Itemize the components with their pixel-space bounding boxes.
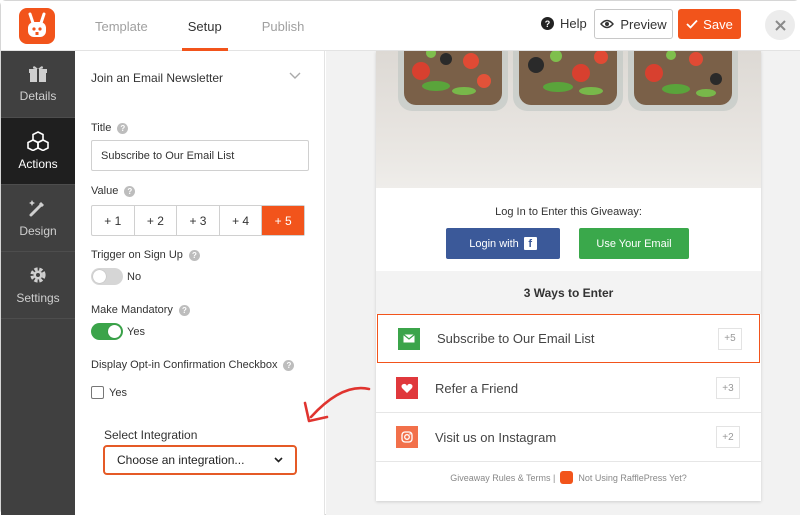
optin-checkbox[interactable] (91, 386, 104, 399)
help-tooltip-icon[interactable]: ? (283, 359, 295, 371)
ways-to-enter-heading: 3 Ways to Enter (376, 271, 761, 314)
help-label: Help (560, 16, 587, 31)
entry-label: Subscribe to Our Email List (437, 331, 595, 346)
entry-points: +3 (716, 377, 740, 399)
giveaway-card: Log In to Enter this Giveaway: Login wit… (376, 51, 761, 501)
heart-icon (396, 377, 418, 399)
preview-label: Preview (620, 16, 667, 32)
action-settings-panel: Join an Email Newsletter Title ? Subscri… (75, 51, 325, 515)
facebook-icon: f (523, 237, 537, 250)
trigger-toggle[interactable] (91, 268, 123, 285)
gift-icon (29, 66, 47, 82)
optin-option-label: Yes (109, 387, 127, 399)
tab-setup[interactable]: Setup (168, 1, 242, 51)
preview-button[interactable]: Preview (594, 9, 673, 39)
check-icon (686, 19, 698, 29)
entry-subscribe[interactable]: Subscribe to Our Email List +5 (377, 314, 760, 363)
value-option-4[interactable]: + 4 (220, 206, 263, 235)
tab-template[interactable]: Template (75, 1, 168, 51)
help-tooltip-icon[interactable]: ? (124, 185, 136, 197)
value-selector: + 1 + 2 + 3 + 4 + 5 (91, 205, 305, 236)
chevron-down-icon[interactable] (289, 69, 301, 83)
title-input[interactable]: Subscribe to Our Email List (91, 140, 309, 171)
brush-icon (29, 200, 44, 217)
nav-item-settings[interactable]: Settings (1, 252, 75, 319)
annotation-arrow-icon (303, 386, 371, 423)
trigger-label: Trigger on Sign Up (91, 249, 183, 261)
help-tooltip-icon[interactable]: ? (188, 249, 200, 261)
save-label: Save (703, 16, 733, 32)
toggle-knob (93, 270, 106, 283)
value-option-2[interactable]: + 2 (135, 206, 178, 235)
rules-link[interactable]: Giveaway Rules & Terms | (450, 473, 555, 483)
mandatory-toggle[interactable] (91, 323, 123, 340)
instagram-icon (396, 426, 418, 448)
save-button[interactable]: Save (678, 9, 741, 39)
panel-heading: Join an Email Newsletter (91, 71, 224, 85)
integration-value: Choose an integration... (117, 453, 245, 467)
help-tooltip-icon[interactable]: ? (117, 122, 129, 134)
nav-label-actions: Actions (18, 157, 58, 171)
rafflepress-logo[interactable] (19, 8, 55, 44)
rafflepress-mini-logo-icon (560, 471, 574, 484)
chevron-down-icon (274, 457, 283, 463)
integration-label: Select Integration (104, 428, 198, 442)
help-icon: ? (541, 17, 554, 30)
rabbit-icon (28, 12, 46, 37)
value-option-1[interactable]: + 1 (92, 206, 135, 235)
meal-prep-photo (398, 51, 738, 111)
entry-label: Refer a Friend (435, 380, 519, 396)
giveaway-preview: Log In to Enter this Giveaway: Login wit… (326, 51, 800, 515)
gear-icon (30, 267, 46, 283)
nav-item-actions[interactable]: Actions (1, 118, 75, 185)
mandatory-label-row: Make Mandatory ? (91, 304, 190, 316)
promo-link[interactable]: Not Using RafflePress Yet? (578, 473, 686, 483)
help-link[interactable]: ? Help (541, 16, 587, 31)
entry-instagram[interactable]: Visit us on Instagram +2 (376, 413, 761, 462)
eye-icon (600, 19, 615, 29)
nav-label-settings: Settings (16, 291, 60, 305)
nav-item-design[interactable]: Design (1, 185, 75, 252)
nav-label-design: Design (19, 224, 57, 238)
login-with-facebook-button[interactable]: Login with f (446, 228, 560, 259)
optin-label: Display Opt-in Confirmation Checkbox (91, 359, 278, 371)
entry-label: Visit us on Instagram (435, 429, 557, 445)
facebook-button-label: Login with (469, 237, 519, 250)
close-button[interactable] (765, 10, 795, 40)
value-option-3[interactable]: + 3 (177, 206, 220, 235)
mandatory-label: Make Mandatory (91, 304, 173, 316)
toggle-knob (108, 325, 121, 338)
card-footer: Giveaway Rules & Terms | Not Using Raffl… (376, 471, 761, 484)
tab-publish[interactable]: Publish (242, 1, 325, 51)
entry-refer-friend[interactable]: Refer a Friend +3 (376, 364, 761, 413)
title-label: Title (91, 122, 112, 134)
giveaway-image (376, 51, 761, 188)
trigger-label-row: Trigger on Sign Up ? (91, 249, 200, 261)
nav-label-details: Details (19, 89, 57, 103)
nav-item-details[interactable]: Details (1, 51, 75, 118)
trigger-state: No (127, 271, 142, 283)
top-bar: Template Setup Publish ? Help Preview Sa… (1, 1, 800, 51)
close-icon (774, 19, 786, 31)
help-tooltip-icon[interactable]: ? (178, 304, 190, 316)
envelope-icon (398, 327, 420, 350)
mandatory-state: Yes (127, 326, 145, 338)
optin-label-row: Display Opt-in Confirmation Checkbox ? (91, 359, 295, 371)
cubes-icon (27, 131, 49, 151)
integration-select[interactable]: Choose an integration... (103, 445, 297, 475)
value-label-row: Value ? (91, 185, 136, 197)
left-nav: Details Actions Design Settings (1, 51, 75, 515)
entry-points: +5 (718, 327, 742, 350)
setup-tabs: Template Setup Publish (75, 1, 324, 51)
value-label: Value (91, 185, 119, 197)
title-label-row: Title ? (91, 122, 129, 134)
use-your-email-button[interactable]: Use Your Email (579, 228, 689, 259)
entry-points: +2 (716, 426, 740, 448)
login-prompt: Log In to Enter this Giveaway: (495, 206, 642, 218)
value-option-5[interactable]: + 5 (262, 206, 304, 235)
